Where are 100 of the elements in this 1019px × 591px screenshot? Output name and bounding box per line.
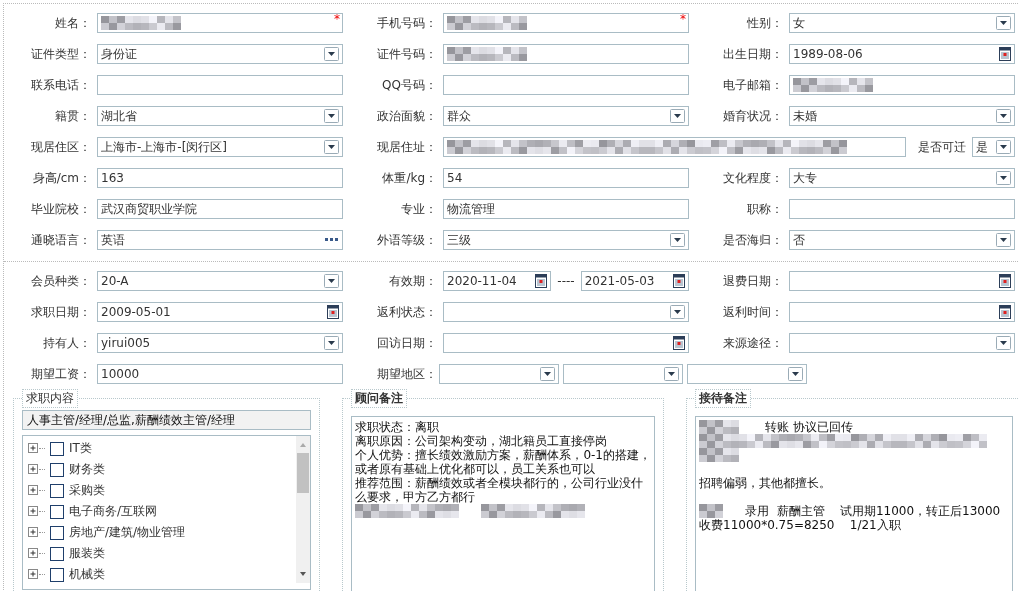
tree-item[interactable]: 服装类 — [69, 545, 105, 562]
checkbox[interactable] — [50, 462, 64, 477]
note-text: 录用 薪酬主管 试用期11000，转正后13000 — [745, 504, 1001, 518]
tree-item[interactable]: 财务类 — [69, 461, 105, 478]
date-field[interactable]: 2020-11-04 — [443, 271, 552, 291]
dropdown[interactable]: 20-A — [97, 271, 343, 291]
dropdown[interactable]: 身份证 — [97, 44, 343, 64]
panel-title: 接待备注 — [695, 389, 751, 408]
field-label: 返利时间： — [722, 303, 783, 321]
field-label: 求职日期： — [30, 303, 91, 321]
more-icon — [325, 238, 339, 242]
required-mark: * — [680, 13, 686, 25]
expand-icon[interactable] — [28, 464, 39, 475]
notes-textarea[interactable]: 求职状态：离职 离职原因：公司架构变动，湖北籍员工直接停岗 个人优势：擅长绩效激励方案，薪酬体系，0-1的搭建， 或者原有基础上优化都可以，员工关系也可以 推荐范围：薪酬绩效或者全模块都行的，公司行业没什 么要求，甲方乙方都行 — [351, 416, 655, 591]
calendar-icon — [999, 305, 1011, 319]
text-field[interactable]: 163 — [97, 168, 343, 188]
dropdown[interactable]: 未婚 — [789, 106, 1015, 126]
text-field[interactable] — [443, 75, 689, 95]
date-field[interactable]: 2009-05-01 — [97, 302, 343, 322]
text-field[interactable]: * — [443, 13, 689, 33]
panel-title: 顾问备注 — [351, 389, 408, 408]
dropdown[interactable]: 否 — [789, 230, 1015, 250]
field-label: 是否海归： — [722, 231, 783, 249]
dropdown[interactable]: yirui005 — [97, 333, 343, 353]
calendar-icon — [999, 47, 1011, 61]
field-label: 联系电话： — [30, 76, 91, 94]
note-text: 招聘偏弱，其他都擅长。 — [699, 476, 831, 490]
text-field[interactable] — [443, 137, 906, 157]
field-label: 毕业院校： — [30, 200, 91, 218]
text-field[interactable]: 10000 — [97, 364, 343, 384]
scrollbar[interactable] — [296, 436, 311, 583]
checkbox[interactable] — [50, 483, 64, 498]
text-field[interactable]: * — [97, 13, 343, 33]
field-label: 身高/cm： — [31, 169, 91, 187]
checkbox[interactable] — [50, 525, 64, 540]
field-label: 婚育状况： — [722, 107, 783, 125]
dropdown[interactable]: 女 — [789, 13, 1015, 33]
note-text: 收费11000*0.75=8250 1/21入职 — [699, 518, 901, 532]
checkbox[interactable] — [50, 546, 64, 561]
field-label: 手机号码： — [376, 14, 437, 32]
date-field[interactable] — [789, 302, 1015, 322]
note-text: 离职原因：公司架构变动，湖北籍员工直接停岗 — [355, 434, 608, 448]
date-field[interactable] — [789, 271, 1015, 291]
lookup-field[interactable]: 英语 — [97, 230, 343, 250]
calendar-icon — [535, 274, 548, 288]
expand-icon[interactable] — [28, 527, 39, 538]
field-label: 是否可迁 — [918, 138, 966, 156]
field-label: 回访日期： — [376, 334, 437, 352]
text-field[interactable]: 54 — [443, 168, 689, 188]
dropdown[interactable]: 上海市-上海市-[闵行区] — [97, 137, 343, 157]
dropdown[interactable]: 湖北省 — [97, 106, 343, 126]
note-text: 么要求，甲方乙方都行 — [355, 490, 476, 504]
checkbox[interactable] — [50, 504, 64, 519]
dropdown[interactable] — [439, 364, 559, 384]
dropdown[interactable] — [443, 302, 689, 322]
field-label: 外语等级： — [376, 231, 437, 249]
expand-icon[interactable] — [28, 548, 39, 559]
dropdown[interactable]: 群众 — [443, 106, 689, 126]
checkbox[interactable] — [50, 567, 64, 582]
note-text: 转账 协议已回传 — [763, 420, 853, 434]
tree-item[interactable]: 采购类 — [69, 482, 105, 499]
text-field[interactable]: 武汉商贸职业学院 — [97, 199, 343, 219]
field-label: 性别： — [746, 14, 783, 32]
field-label: 现居住区： — [30, 138, 91, 156]
field-label: 退费日期： — [722, 272, 783, 290]
tree-item[interactable]: 房地产/建筑/物业管理 — [69, 524, 186, 541]
expand-icon[interactable] — [28, 506, 39, 517]
required-mark: * — [334, 13, 340, 25]
dropdown[interactable] — [563, 364, 683, 384]
field-label: 体重/kg： — [381, 169, 437, 187]
text-field[interactable] — [97, 75, 343, 95]
field-label: 现居住址： — [376, 138, 437, 156]
dropdown[interactable]: 三级 — [443, 230, 689, 250]
field-label: 会员种类： — [30, 272, 91, 290]
text-field[interactable]: 物流管理 — [443, 199, 689, 219]
tree-item[interactable]: 电子商务/互联网 — [69, 503, 158, 520]
dropdown[interactable] — [687, 364, 807, 384]
expand-icon[interactable] — [28, 569, 39, 580]
dropdown[interactable]: 大专 — [789, 168, 1015, 188]
checkbox[interactable] — [50, 441, 64, 456]
dropdown[interactable] — [789, 333, 1015, 353]
note-text: 推荐范围：薪酬绩效或者全模块都行的，公司行业没什 — [355, 476, 644, 490]
field-label: 专业： — [400, 200, 437, 218]
date-field[interactable]: 1989-08-06 — [789, 44, 1015, 64]
notes-textarea[interactable]: 转账 协议已回传 招聘偏弱，其他都擅长。 录用 薪酬主管 试用期11000，转正后13000 收费11000*0.75=8250 1/21入职 — [695, 416, 1013, 591]
calendar-icon — [999, 274, 1011, 288]
expand-icon[interactable] — [28, 443, 39, 454]
dropdown[interactable]: 是 — [972, 137, 1015, 157]
date-field[interactable]: 2021-05-03 — [580, 271, 689, 291]
text-field[interactable] — [443, 44, 689, 64]
date-field[interactable] — [443, 333, 689, 353]
text-field[interactable] — [789, 75, 1015, 95]
text-field[interactable] — [789, 199, 1015, 219]
field-label: 政治面貌： — [376, 107, 437, 125]
field-label: 籍贯： — [54, 107, 91, 125]
field-label: 期望地区： — [376, 365, 437, 383]
tree-item[interactable]: 机械类 — [69, 566, 105, 583]
tree-item[interactable]: IT类 — [69, 440, 92, 457]
expand-icon[interactable] — [28, 485, 39, 496]
field-label: 职称： — [746, 200, 783, 218]
